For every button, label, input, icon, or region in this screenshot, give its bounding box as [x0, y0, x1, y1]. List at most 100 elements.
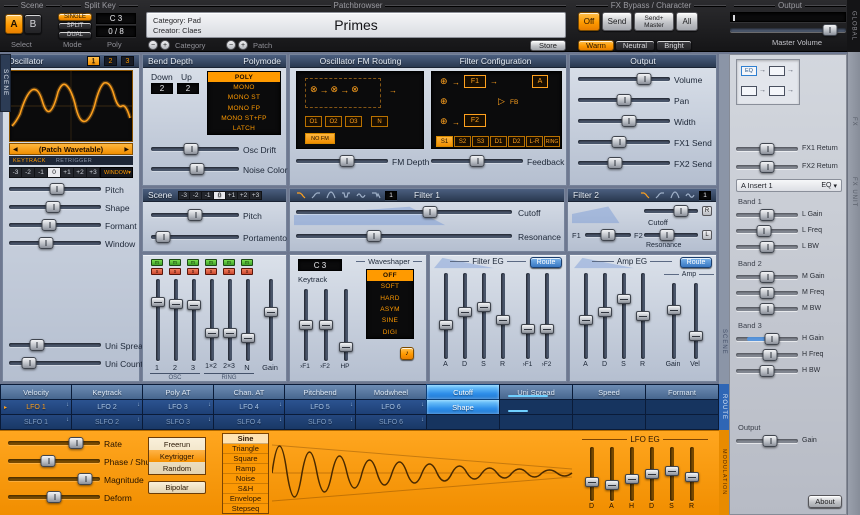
mixer-ring23-slider[interactable] [222, 279, 237, 361]
mode-split-button[interactable]: SPLIT [58, 22, 92, 30]
filterblock-config-lr[interactable]: L-R [526, 136, 543, 147]
amp-eg-route-button[interactable]: Route [680, 257, 712, 268]
wavetable-prev-icon[interactable]: ◀ [13, 146, 18, 153]
amp-eg-sustain-slider[interactable] [616, 273, 631, 359]
slider-handle[interactable] [756, 225, 771, 237]
mute-button[interactable]: m [187, 259, 199, 266]
character-neutral-button[interactable]: Neutral [615, 40, 655, 51]
octave-cell[interactable]: +1 [61, 167, 74, 178]
filter-type-icon[interactable] [355, 191, 366, 200]
fx-bypass-all-button[interactable]: All [676, 12, 698, 31]
slider-handle[interactable] [579, 315, 593, 325]
trigger-random[interactable]: Random [149, 462, 205, 474]
mute-button[interactable]: m [205, 259, 217, 266]
fm-routing-display[interactable]: ⊗ → ⊗ → ⊗ → O1 O2 O3 N NO FM [296, 71, 424, 149]
slider-handle[interactable] [760, 143, 775, 155]
fx2-return-slider[interactable] [736, 161, 798, 174]
slider-handle[interactable] [49, 183, 64, 195]
filter-type-icon[interactable] [310, 191, 321, 200]
mod-target-uni-spread[interactable]: Uni Spread [499, 384, 573, 400]
slider-handle[interactable] [42, 219, 57, 231]
eq-h-gain-slider[interactable] [736, 333, 798, 346]
amp-eg-decay-slider[interactable] [597, 273, 612, 359]
slider-handle[interactable] [47, 491, 62, 503]
mod-source-lfo3[interactable]: LFO 3↓ [142, 399, 214, 415]
poly-count-value[interactable]: 0 / 8 [96, 26, 136, 37]
slider-handle[interactable] [319, 320, 333, 330]
lfo-rate-slider[interactable] [8, 437, 100, 450]
slider-handle[interactable] [659, 229, 674, 241]
pan-slider[interactable] [578, 94, 670, 107]
eq-l-gain-slider[interactable] [736, 209, 798, 222]
scene-pitch-slider[interactable] [151, 209, 239, 222]
fx1-send-slider[interactable] [578, 136, 670, 149]
waveshaper-off[interactable]: OFF [367, 270, 413, 281]
osc-drift-slider[interactable] [151, 143, 239, 156]
slider-handle[interactable] [763, 349, 778, 361]
filter-config-display[interactable]: ⊕ ⊕ ⊕ → → F1 F2 → A ▷ FB S1 S2 S3 D1 D2 … [431, 71, 562, 149]
mod-source-lfo5[interactable]: LFO 5↓ [284, 399, 356, 415]
osc-tab-1[interactable]: 1 [87, 56, 100, 66]
mod-source-pitchbend[interactable]: Pitchbend [284, 384, 356, 400]
lfo-shape-envelope[interactable]: Envelope [223, 494, 268, 504]
volume-slider[interactable] [578, 73, 670, 86]
mod-source-chan-at[interactable]: Chan. AT [213, 384, 285, 400]
fx-slot-node[interactable] [769, 66, 785, 76]
osc-tab-3[interactable]: 3 [121, 56, 134, 66]
store-button[interactable]: Store [530, 40, 566, 51]
filter2-resonance-link-button[interactable]: R [702, 206, 712, 216]
scene-a-button[interactable]: A [5, 14, 23, 34]
slider-handle[interactable] [22, 357, 37, 369]
noise-color-slider[interactable] [151, 163, 239, 176]
patch-prev-button[interactable]: − [226, 40, 236, 50]
slider-handle[interactable] [625, 474, 639, 484]
slider-handle[interactable] [156, 231, 171, 243]
slider-handle[interactable] [69, 437, 84, 449]
bend-down-value[interactable]: 2 [151, 83, 173, 94]
octave-cell[interactable]: +3 [250, 191, 262, 200]
slider-handle[interactable] [184, 143, 199, 155]
octave-cell[interactable]: +2 [74, 167, 87, 178]
eq-h-bw-slider[interactable] [736, 365, 798, 378]
fx-bypass-send-button[interactable]: Send [602, 12, 632, 31]
filter2-subtype[interactable]: 1 [699, 191, 711, 200]
osc-window-slider[interactable] [9, 237, 101, 250]
slider-handle[interactable] [601, 229, 616, 241]
mixer-gain-slider[interactable] [263, 279, 278, 361]
mod-source-lfo6[interactable]: LFO 6↓ [355, 399, 427, 415]
fm-node-o1[interactable]: O1 [305, 116, 322, 127]
uni-count-slider[interactable] [9, 357, 101, 370]
filter-type-icon[interactable] [340, 191, 351, 200]
slider-handle[interactable] [612, 136, 627, 148]
scene-b-button[interactable]: B [24, 14, 42, 34]
category-prev-button[interactable]: − [148, 40, 158, 50]
slider-handle[interactable] [46, 201, 61, 213]
mode-dual-button[interactable]: DUAL [58, 31, 92, 39]
mod-source-lfo2[interactable]: LFO 2↓ [71, 399, 143, 415]
mixer-noise-slider[interactable] [240, 279, 255, 361]
filter1-resonance-slider[interactable] [296, 230, 512, 243]
keytrack-root-value[interactable]: C 3 [298, 259, 342, 271]
fx-slot-selector[interactable]: A Insert 1 EQ▾ [736, 179, 842, 192]
lfo-eg-release-slider[interactable] [684, 447, 699, 501]
lfo-eg-hold-slider[interactable] [624, 447, 639, 501]
solo-button[interactable]: s [241, 268, 253, 275]
filter-eg-f1-depth-slider[interactable] [520, 273, 535, 359]
mod-target-shape[interactable]: Shape [426, 399, 500, 415]
filter1-cutoff-slider[interactable] [296, 206, 512, 219]
slider-handle[interactable] [667, 305, 681, 315]
slider-handle[interactable] [822, 24, 837, 36]
lfo-shape-stepseq[interactable]: Stepseq [223, 504, 268, 513]
filter-eg-release-slider[interactable] [495, 273, 510, 359]
keytrack-f2-slider[interactable] [318, 289, 333, 361]
slider-handle[interactable] [621, 115, 636, 127]
mute-button[interactable]: m [223, 259, 235, 266]
eq-l-freq-slider[interactable] [736, 225, 798, 238]
amp-eg-attack-slider[interactable] [578, 273, 593, 359]
bipolar-button[interactable]: Bipolar [148, 481, 206, 494]
mod-source-slfo2[interactable]: SLFO 2↓ [71, 414, 143, 430]
polymode-latch[interactable]: LATCH [208, 124, 280, 134]
mod-source-lfo4[interactable]: LFO 4↓ [213, 399, 285, 415]
mod-target-speed[interactable]: Speed [572, 384, 646, 400]
slider-handle[interactable] [760, 241, 775, 253]
